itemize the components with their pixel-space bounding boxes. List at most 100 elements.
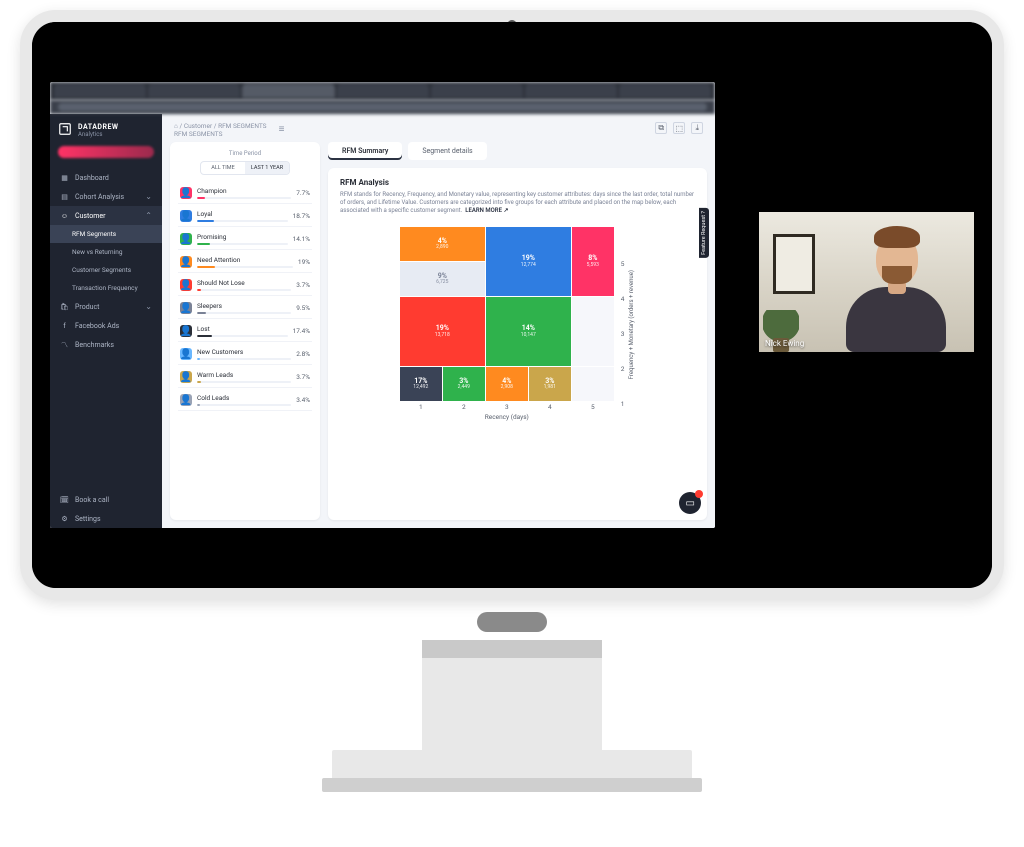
segment-name: Promising [197, 233, 288, 241]
segment-name: Loyal [197, 210, 288, 218]
chat-fab[interactable]: ▭ [679, 492, 701, 514]
main-area: ⌂ / Customer / RFM SEGMENTS RFM SEGMENTS… [162, 114, 715, 528]
nav-settings[interactable]: ⚙Settings [50, 509, 162, 528]
segment-item[interactable]: 👤Promising14.1% [178, 229, 312, 250]
monitor-base [332, 750, 692, 780]
breadcrumb-customer[interactable]: Customer [184, 122, 212, 130]
presenter-name: Nick Ewing [765, 339, 804, 348]
toolbar-download-button[interactable]: ⤓ [691, 122, 703, 134]
webcam-tile[interactable]: Nick Ewing [759, 212, 974, 352]
monitor-frame: DATADREW Analytics ▦Dashboard ▤Cohort An… [20, 10, 1004, 600]
chart-icon: 〽 [60, 340, 69, 349]
segment-name: Should Not Lose [197, 279, 291, 287]
nav-cohort[interactable]: ▤Cohort Analysis⌄ [50, 187, 162, 206]
y-ticks: 54321 [621, 247, 625, 421]
y-axis-label: Frequency + Monetary (orders + revenue) [628, 270, 635, 379]
segment-pct: 3.4% [296, 396, 310, 404]
toolbar-fullscreen-button[interactable]: ⬚ [673, 122, 685, 134]
learn-more-link[interactable]: LEARN MORE ↗ [465, 207, 508, 214]
chevron-up-icon: ⌃ [145, 211, 152, 220]
browser-tabstrip[interactable] [50, 82, 715, 100]
segment-item[interactable]: 👤 Need Attention 19% [178, 252, 312, 273]
segment-item[interactable]: 👤Loyal18.7% [178, 206, 312, 227]
segment-name: Champion [197, 187, 291, 195]
segment-icon: 👤 [180, 348, 192, 360]
segment-icon: 👤 [180, 279, 192, 291]
time-last-year[interactable]: LAST 1 YEAR [245, 162, 289, 174]
segment-item[interactable]: 👤Warm Leads3.7% [178, 367, 312, 388]
segment-icon: 👤 [180, 325, 192, 337]
nav-customer[interactable]: ☺Customer⌃ [50, 206, 162, 225]
nav-facebook-ads[interactable]: fFacebook Ads [50, 316, 162, 335]
toolbar-right: ⧉ ⬚ ⤓ [655, 122, 703, 134]
segment-pct: 19% [298, 258, 310, 266]
segment-list: 👤Champion7.7%👤Loyal18.7%👤Promising14.1%👤… [178, 183, 312, 411]
time-period-toggle[interactable]: ALL TIME LAST 1 YEAR [200, 161, 290, 175]
time-period-label: Time Period [178, 150, 312, 157]
brand: DATADREW Analytics [50, 114, 162, 142]
segment-name: Lost [197, 325, 288, 333]
table-icon: ▤ [60, 192, 69, 201]
segment-pct: 3.7% [296, 281, 310, 289]
tab-rfm-summary[interactable]: RFM Summary [328, 142, 402, 160]
brand-name: DATADREW [78, 123, 119, 131]
segment-icon: 👤 [180, 302, 192, 314]
nav-rfm-segments[interactable]: RFM Segments [50, 225, 162, 243]
segment-item[interactable]: 👤 Should Not Lose 3.7% [178, 275, 312, 296]
segment-pct: 14.1% [293, 235, 310, 243]
segment-item[interactable]: 👤Sleepers9.5% [178, 298, 312, 319]
tabs: RFM Summary Segment details [328, 142, 707, 160]
chat-icon: ▭ [686, 498, 695, 509]
sidebar-collapse-button[interactable]: ≡ [275, 122, 289, 136]
segment-pct: 2.8% [296, 350, 310, 358]
brand-logo-icon [58, 122, 72, 138]
brand-tagline: Analytics [78, 131, 119, 138]
nav-product[interactable]: 🛍Product⌄ [50, 297, 162, 316]
nav-transaction-frequency[interactable]: Transaction Frequency [50, 279, 162, 297]
topbar: ⌂ / Customer / RFM SEGMENTS RFM SEGMENTS… [162, 114, 715, 142]
segment-item[interactable]: 👤 Cold Leads 3.4% [178, 390, 312, 411]
segment-item[interactable]: 👤 Lost 17.4% [178, 321, 312, 342]
breadcrumb-home-icon[interactable]: ⌂ [174, 122, 178, 130]
nav-benchmarks[interactable]: 〽Benchmarks [50, 335, 162, 354]
calendar-icon: 🗓 [60, 495, 69, 504]
screen: DATADREW Analytics ▦Dashboard ▤Cohort An… [32, 22, 992, 588]
segment-item[interactable]: 👤 New Customers 2.8% [178, 344, 312, 365]
video-region: Nick Ewing [715, 82, 974, 528]
time-all[interactable]: ALL TIME [201, 162, 245, 174]
nav-new-vs-returning[interactable]: New vs Returning [50, 243, 162, 261]
monitor-home-button [477, 612, 547, 632]
segment-pct: 18.7% [293, 212, 310, 220]
rfm-panel: Feature Request ? RFM Analysis RFM stand… [328, 168, 707, 520]
user-chip[interactable] [58, 146, 154, 158]
segment-pct: 17.4% [293, 327, 310, 335]
x-ticks: 12345 [400, 403, 614, 411]
heatmap-grid: 4%2,890 19%12,774 8%5,593 9%6,725 19%13,… [400, 227, 614, 401]
segment-name: Need Attention [197, 256, 293, 264]
toolbar-copy-button[interactable]: ⧉ [655, 122, 667, 134]
segment-pct: 9.5% [296, 304, 310, 312]
presenter-figure [836, 232, 956, 352]
browser-window: DATADREW Analytics ▦Dashboard ▤Cohort An… [50, 82, 715, 528]
segment-icon: 👤 [180, 187, 192, 199]
monitor-neck [422, 640, 602, 750]
segment-icon: 👤 [180, 256, 192, 268]
breadcrumb-rfm: RFM SEGMENTS [218, 122, 266, 130]
nav-dashboard[interactable]: ▦Dashboard [50, 168, 162, 187]
feature-request-tab[interactable]: Feature Request ? [699, 208, 709, 258]
segment-item[interactable]: 👤Champion7.7% [178, 183, 312, 204]
browser-address-bar[interactable] [50, 100, 715, 114]
grid-icon: ▦ [60, 173, 69, 182]
tab-segment-details[interactable]: Segment details [408, 142, 486, 160]
panel-heading: RFM Analysis [340, 178, 695, 187]
segment-pct: 3.7% [296, 373, 310, 381]
segment-name: Warm Leads [197, 371, 291, 379]
nav-customer-segments[interactable]: Customer Segments [50, 261, 162, 279]
segment-name: New Customers [197, 348, 291, 356]
nav-book-call[interactable]: 🗓Book a call [50, 490, 162, 509]
panel-body: RFM stands for Recency, Frequency, and M… [340, 191, 695, 215]
page-title: RFM SEGMENTS [174, 130, 267, 138]
bag-icon: 🛍 [60, 302, 69, 311]
segment-name: Cold Leads [197, 394, 291, 402]
segment-icon: 👤 [180, 394, 192, 406]
